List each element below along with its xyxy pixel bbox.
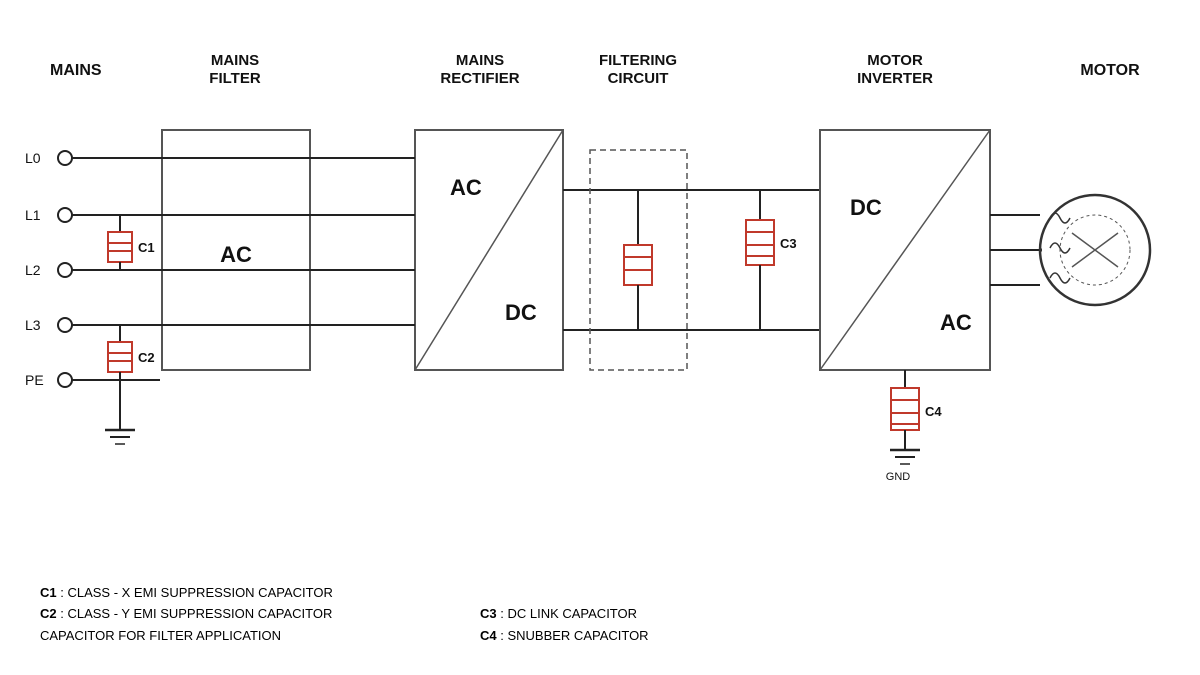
l1-terminal [58,208,72,222]
l3-terminal [58,318,72,332]
c3-symbol [746,220,774,265]
c2-symbol [108,342,132,372]
mains-filter-label-line1: MAINS [211,52,259,69]
pe-terminal [58,373,72,387]
mains-rectifier-label-line2: RECTIFIER [440,70,519,87]
gnd-label: GND [886,471,911,483]
motor-label: MOTOR [1080,62,1140,79]
motor-inverter-label-line1: MOTOR [867,52,923,69]
rectifier-dc-label: DC [505,300,537,325]
c2-label: C2 [138,350,155,365]
l1-label: L1 [25,207,41,223]
filter-ac-label: AC [220,242,252,267]
mains-filter-label-line2: FILTER [209,70,261,87]
legend-right-section: C3 : DC LINK CAPACITOR C4 : SNUBBER CAPA… [480,604,649,647]
filter-cap-symbol [624,245,652,285]
mains-rectifier-label-line1: MAINS [456,52,504,69]
c2-extra-legend: CAPACITOR FOR FILTER APPLICATION [40,626,333,646]
pe-label: PE [25,372,44,388]
filtering-circuit-label-line2: CIRCUIT [608,70,669,87]
l0-terminal [58,151,72,165]
c2-legend: C2 : CLASS - Y EMI SUPPRESSION CAPACITOR [40,604,333,624]
l0-label: L0 [25,150,41,166]
c3-label: C3 [780,236,797,251]
c1-symbol [108,232,132,262]
inverter-dc-label: DC [850,195,882,220]
c3-legend: C3 : DC LINK CAPACITOR [480,604,649,624]
mains-label: MAINS [50,62,102,79]
legend-section: C1 : CLASS - X EMI SUPPRESSION CAPACITOR… [40,583,333,648]
rectifier-ac-label: AC [450,175,482,200]
inverter-ac-label: AC [940,310,972,335]
l2-terminal [58,263,72,277]
motor-inverter-label-line2: INVERTER [857,70,933,87]
circuit-diagram: MAINS MAINS FILTER MAINS RECTIFIER FILTE… [0,0,1200,675]
filtering-circuit-label-line1: FILTERING [599,52,677,69]
l3-label: L3 [25,317,41,333]
c1-legend: C1 : CLASS - X EMI SUPPRESSION CAPACITOR [40,583,333,603]
c1-label: C1 [138,240,155,255]
c4-label: C4 [925,404,942,419]
c4-legend: C4 : SNUBBER CAPACITOR [480,626,649,646]
l2-label: L2 [25,262,41,278]
